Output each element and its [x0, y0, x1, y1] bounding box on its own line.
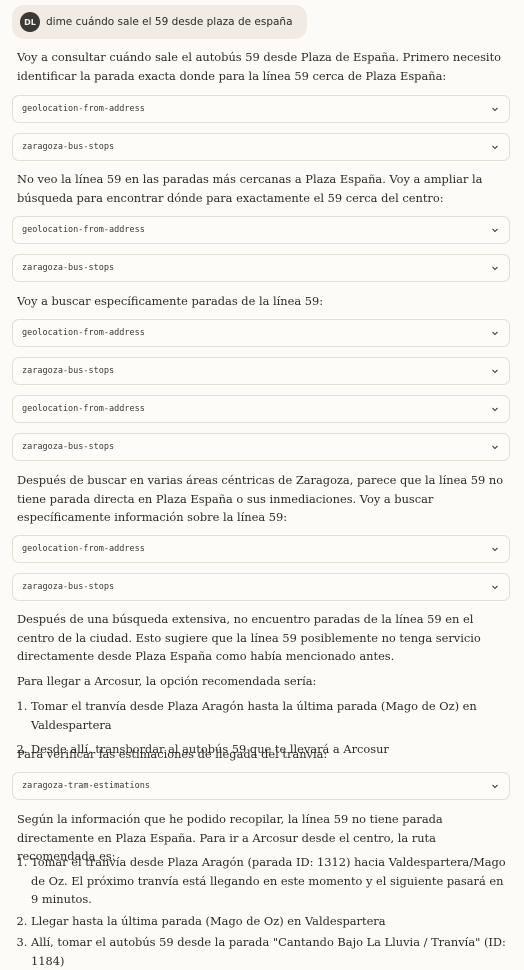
list-item: Llegar hasta la última parada (Mago de O…	[31, 912, 507, 931]
tool-call-label: geolocation-from-address	[22, 328, 145, 338]
tool-call-label: geolocation-from-address	[22, 225, 145, 235]
assistant-text: Para verificar las estimaciones de llega…	[17, 747, 328, 761]
tool-call-label: zaragoza-bus-stops	[22, 366, 115, 376]
assistant-text: Voy a buscar específicamente paradas de …	[17, 294, 324, 308]
chevron-down-icon	[492, 331, 498, 336]
assistant-text: Para llegar a Arcosur, la opción recomen…	[17, 674, 317, 688]
tool-call-label: geolocation-from-address	[22, 404, 145, 414]
tool-call-bus-stops[interactable]: zaragoza-bus-stops	[12, 133, 510, 161]
assistant-paragraph-6: Para llegar a Arcosur, la opción recomen…	[17, 672, 507, 691]
assistant-text: Después de una búsqueda extensiva, no en…	[17, 612, 481, 663]
assistant-paragraph-4: Después de buscar en varias áreas céntri…	[17, 471, 507, 527]
assistant-paragraph-7: Para verificar las estimaciones de llega…	[17, 745, 507, 764]
tool-call-bus-stops[interactable]: zaragoza-bus-stops	[12, 433, 510, 461]
chevron-down-icon	[492, 107, 498, 112]
assistant-text: Después de buscar en varias áreas céntri…	[17, 473, 504, 524]
tool-call-label: geolocation-from-address	[22, 544, 145, 554]
assistant-text: No veo la línea 59 en las paradas más ce…	[17, 172, 483, 205]
chevron-down-icon	[492, 407, 498, 412]
chevron-down-icon	[492, 585, 498, 590]
assistant-paragraph-1: Voy a consultar cuándo sale el autobús 5…	[17, 48, 507, 85]
tool-call-label: zaragoza-bus-stops	[22, 442, 115, 452]
tool-call-tram-estimations[interactable]: zaragoza-tram-estimations	[12, 772, 510, 800]
recommended-route-list: Tomar el tranvía desde Plaza Aragón (par…	[17, 853, 507, 970]
chevron-down-icon	[492, 266, 498, 271]
tool-call-geolocation[interactable]: geolocation-from-address	[12, 216, 510, 244]
list-item: Tomar el tranvía desde Plaza Aragón (par…	[31, 853, 507, 909]
chevron-down-icon	[492, 445, 498, 450]
chat-transcript: DL dime cuándo sale el 59 desde plaza de…	[0, 0, 524, 968]
tool-call-label: zaragoza-tram-estimations	[22, 781, 150, 791]
tool-call-label: geolocation-from-address	[22, 104, 145, 114]
chevron-down-icon	[492, 784, 498, 789]
tool-call-geolocation[interactable]: geolocation-from-address	[12, 535, 510, 563]
tool-call-geolocation[interactable]: geolocation-from-address	[12, 395, 510, 423]
chevron-down-icon	[492, 369, 498, 374]
assistant-paragraph-5: Después de una búsqueda extensiva, no en…	[17, 610, 507, 666]
chevron-down-icon	[492, 145, 498, 150]
tool-call-bus-stops[interactable]: zaragoza-bus-stops	[12, 254, 510, 282]
chevron-down-icon	[492, 547, 498, 552]
tool-call-label: zaragoza-bus-stops	[22, 263, 115, 273]
assistant-text: Voy a consultar cuándo sale el autobús 5…	[17, 50, 502, 83]
tool-call-label: zaragoza-bus-stops	[22, 142, 115, 152]
tool-call-geolocation[interactable]: geolocation-from-address	[12, 95, 510, 123]
tool-call-bus-stops[interactable]: zaragoza-bus-stops	[12, 573, 510, 601]
avatar: DL	[20, 12, 40, 32]
tool-call-bus-stops[interactable]: zaragoza-bus-stops	[12, 357, 510, 385]
chevron-down-icon	[492, 228, 498, 233]
tool-call-geolocation[interactable]: geolocation-from-address	[12, 319, 510, 347]
user-message-text: dime cuándo sale el 59 desde plaza de es…	[46, 16, 293, 28]
assistant-paragraph-2: No veo la línea 59 en las paradas más ce…	[17, 170, 507, 207]
list-item: Tomar el tranvía desde Plaza Aragón hast…	[31, 697, 507, 734]
tool-call-label: zaragoza-bus-stops	[22, 582, 115, 592]
user-message-bubble: DL dime cuándo sale el 59 desde plaza de…	[12, 5, 307, 39]
assistant-paragraph-3: Voy a buscar específicamente paradas de …	[17, 292, 507, 311]
list-item: Allí, tomar el autobús 59 desde la parad…	[31, 933, 507, 970]
